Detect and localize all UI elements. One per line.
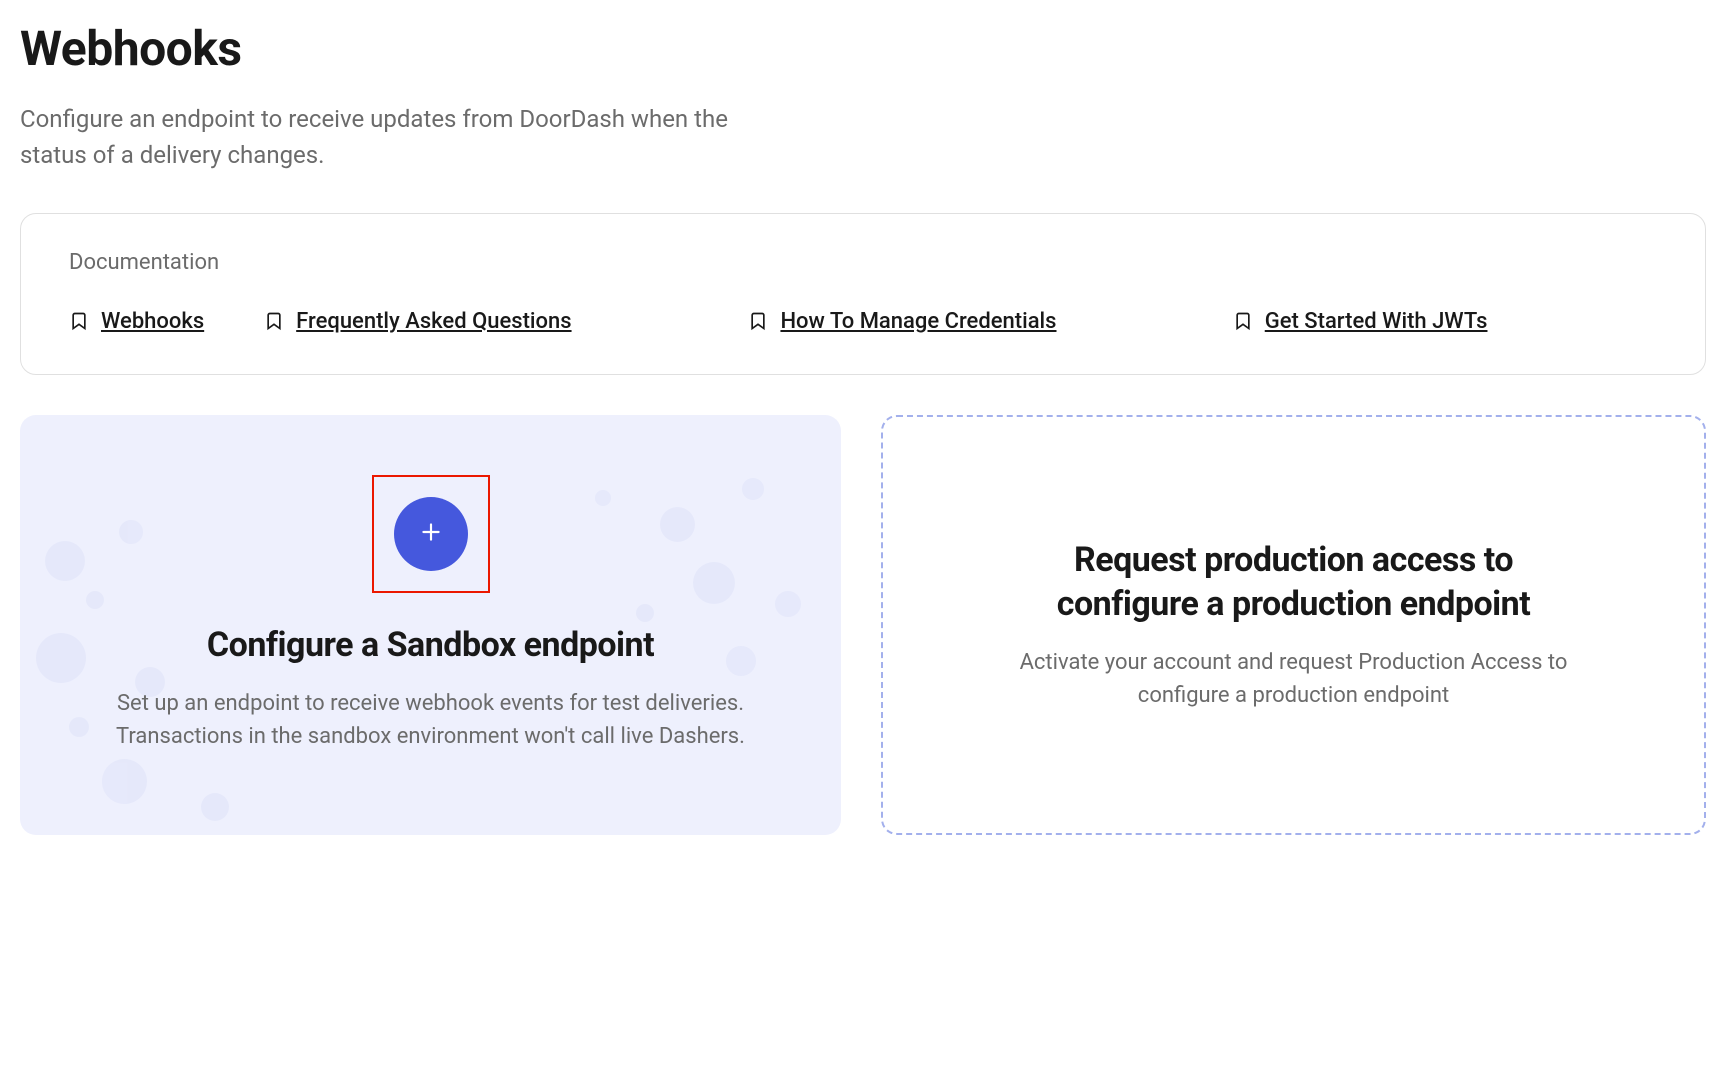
- page-subtitle: Configure an endpoint to receive updates…: [20, 101, 760, 173]
- documentation-section-title: Documentation: [69, 250, 1657, 275]
- bookmark-icon: [69, 307, 89, 337]
- doc-link-item-jwts: Get Started With JWTs: [1233, 307, 1657, 338]
- doc-link-credentials[interactable]: How To Manage Credentials: [780, 307, 1056, 338]
- doc-link-webhooks[interactable]: Webhooks: [101, 307, 204, 338]
- production-card-title: Request production access to configure a…: [1004, 538, 1584, 626]
- bookmark-icon: [1233, 307, 1253, 337]
- doc-link-item-credentials: How To Manage Credentials: [748, 307, 1172, 338]
- doc-link-item-webhooks: Webhooks: [69, 307, 204, 338]
- documentation-card: Documentation Webhooks Frequently Asked …: [20, 213, 1706, 375]
- sandbox-card-description: Set up an endpoint to receive webhook ev…: [111, 687, 751, 753]
- doc-link-faq[interactable]: Frequently Asked Questions: [296, 307, 571, 338]
- doc-link-jwts[interactable]: Get Started With JWTs: [1265, 307, 1488, 338]
- doc-link-item-faq: Frequently Asked Questions: [264, 307, 688, 338]
- plus-button-highlight-box: [372, 475, 490, 593]
- production-card-description: Activate your account and request Produc…: [974, 646, 1614, 712]
- add-sandbox-endpoint-button[interactable]: [394, 497, 468, 571]
- sandbox-card[interactable]: Configure a Sandbox endpoint Set up an e…: [20, 415, 841, 835]
- production-card[interactable]: Request production access to configure a…: [881, 415, 1706, 835]
- bookmark-icon: [264, 307, 284, 337]
- sandbox-card-title: Configure a Sandbox endpoint: [207, 623, 654, 667]
- bookmark-icon: [748, 307, 768, 337]
- page-title: Webhooks: [20, 20, 1706, 77]
- plus-icon: [418, 519, 444, 548]
- action-cards-row: Configure a Sandbox endpoint Set up an e…: [20, 415, 1706, 835]
- documentation-links-row: Webhooks Frequently Asked Questions How …: [69, 307, 1657, 338]
